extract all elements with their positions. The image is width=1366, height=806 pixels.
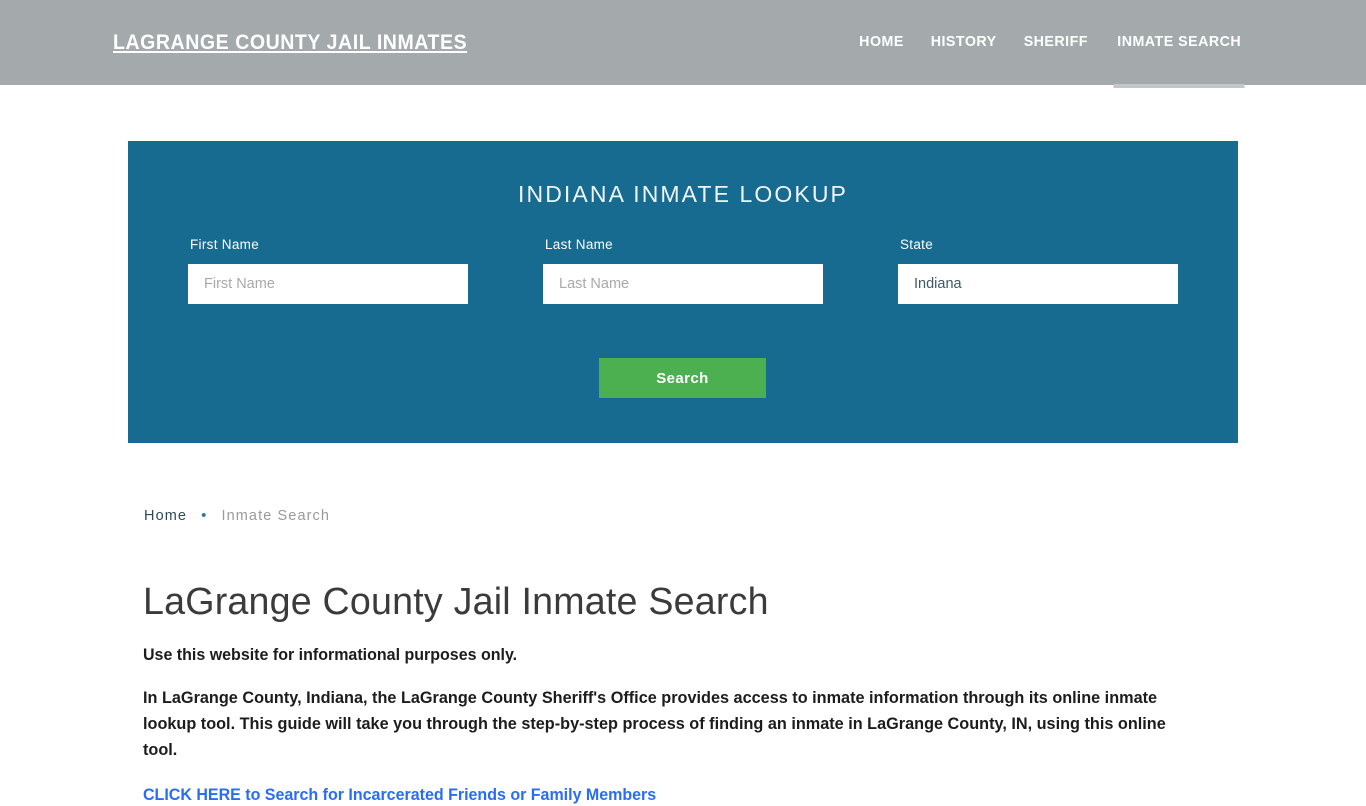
site-header: LaGrange County Jail Inmates HOME HISTOR… [0, 0, 1366, 88]
breadcrumb-separator-icon: • [201, 507, 208, 524]
page-title: LaGrange County Jail Inmate Search [143, 581, 769, 623]
disclaimer-text: Use this website for informational purpo… [143, 646, 518, 664]
state-input[interactable] [898, 264, 1178, 304]
nav-item-history[interactable]: HISTORY [919, 32, 1008, 52]
article-content: LaGrange County Jail Inmate Search Use t… [143, 578, 1233, 806]
state-label: State [900, 237, 934, 252]
search-button[interactable]: Search [599, 358, 766, 398]
last-name-input[interactable] [543, 264, 823, 304]
nav-item-sheriff[interactable]: SHERIFF [1012, 32, 1099, 52]
inmate-lookup-panel: Indiana Inmate Lookup First Name Last Na… [128, 141, 1238, 443]
main-navigation: HOME HISTORY SHERIFF INMATE SEARCH [846, 32, 1256, 88]
last-name-field-group: Last Name [543, 236, 823, 304]
breadcrumb: Home • Inmate Search [144, 506, 330, 526]
first-name-input[interactable] [188, 264, 468, 304]
intro-paragraph: In LaGrange County, Indiana, the LaGrang… [143, 689, 1166, 759]
lookup-panel-title: Indiana Inmate Lookup [518, 181, 848, 207]
first-name-field-group: First Name [188, 236, 468, 304]
first-name-label: First Name [190, 237, 260, 252]
breadcrumb-home-link[interactable]: Home [144, 506, 187, 526]
site-title[interactable]: LaGrange County Jail Inmates [113, 30, 467, 56]
nav-item-home[interactable]: HOME [847, 32, 914, 52]
state-field-group: State [898, 236, 1178, 304]
nav-item-inmate-search[interactable]: INMATE SEARCH [1105, 32, 1252, 88]
last-name-label: Last Name [545, 237, 613, 252]
breadcrumb-current-page: Inmate Search [221, 508, 331, 524]
search-cta-link[interactable]: CLICK HERE to Search for Incarcerated Fr… [143, 784, 656, 806]
